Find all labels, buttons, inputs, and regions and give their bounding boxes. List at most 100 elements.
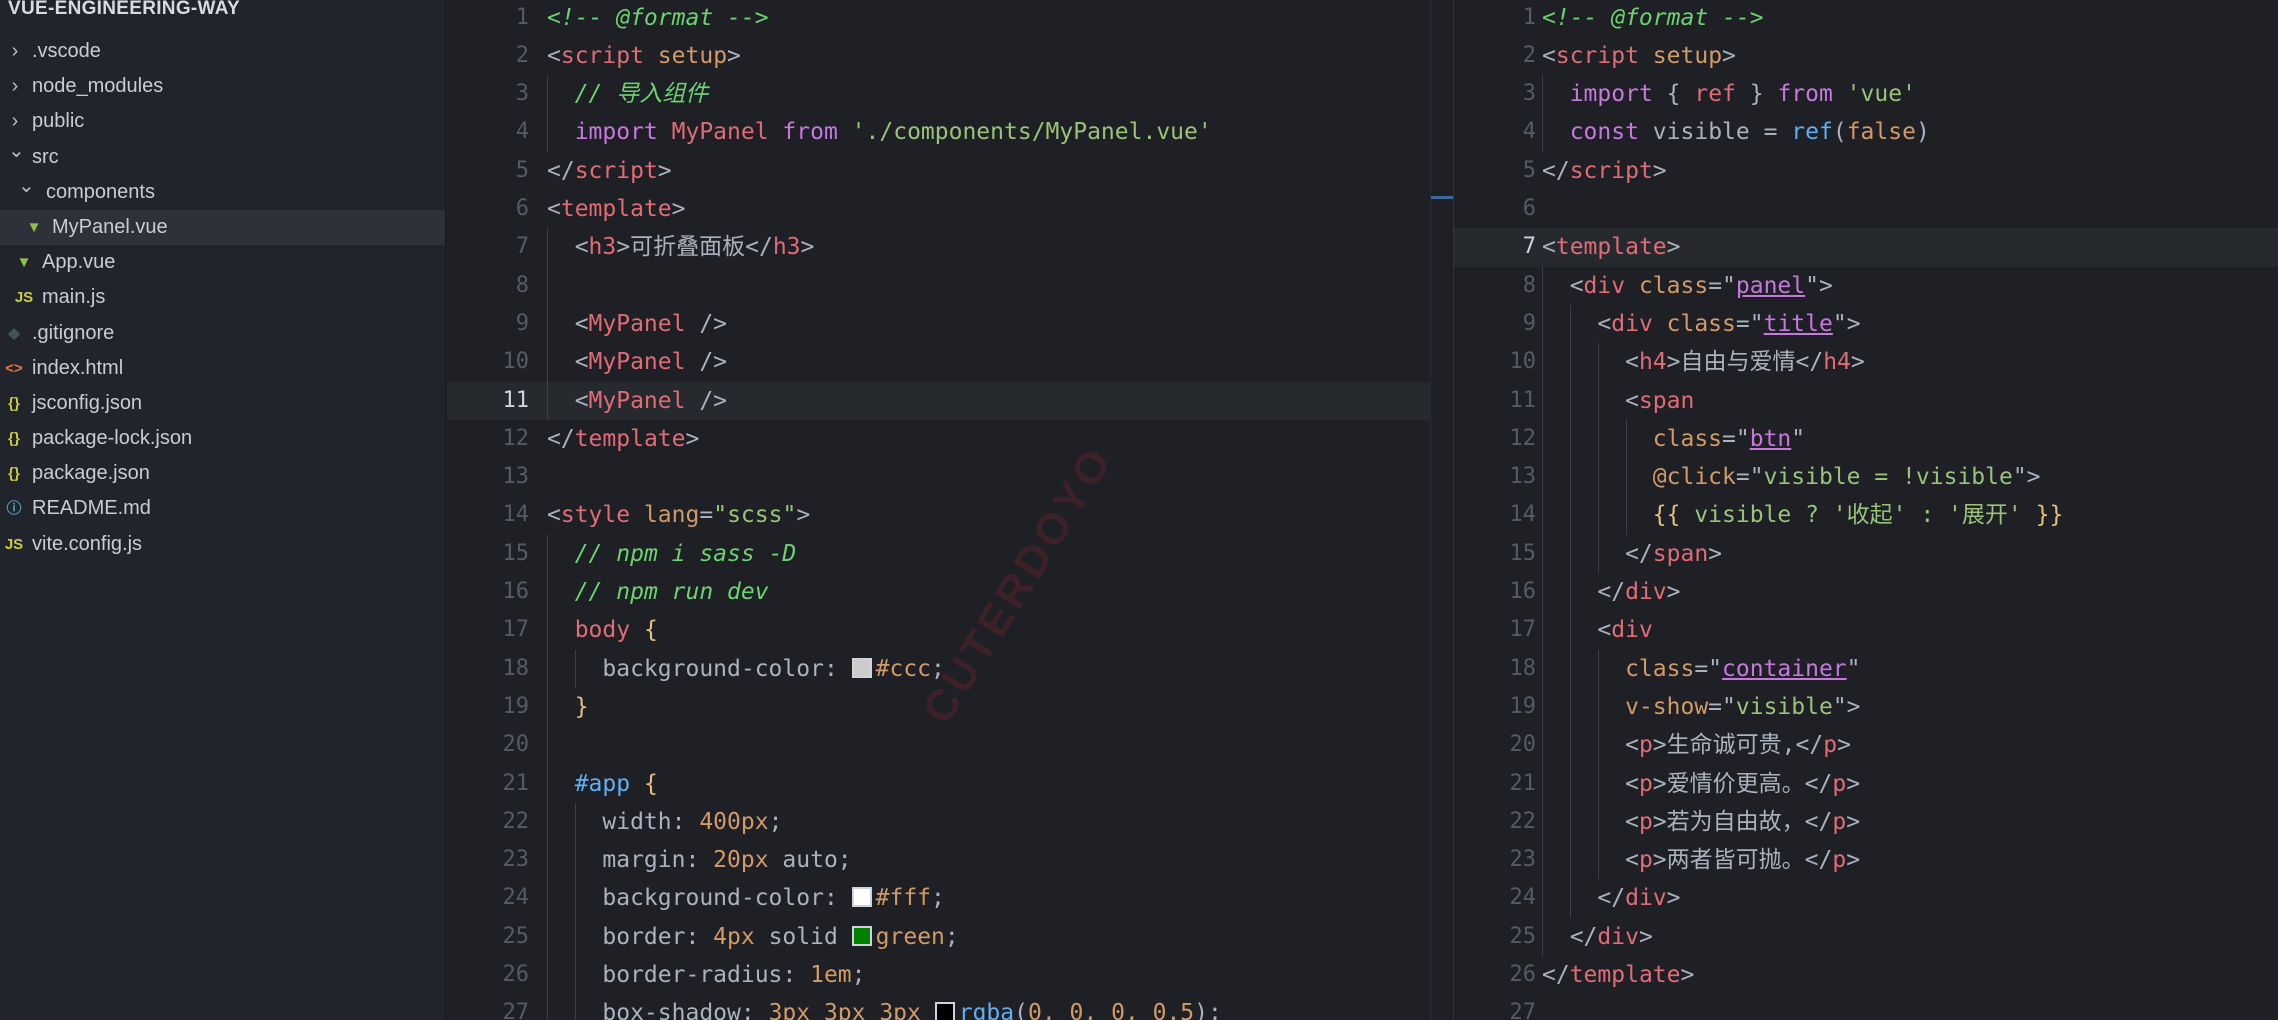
code-line[interactable]: 6 <template> (447, 190, 1430, 228)
code-line[interactable]: 19 v-show="visible"> (1454, 688, 2278, 726)
file-tree-item[interactable]: JS vite.config.js (0, 527, 445, 562)
code-line[interactable]: 24 background-color: #fff; (447, 879, 1430, 917)
code-line[interactable]: 11 <MyPanel /> (447, 381, 1430, 420)
project-title[interactable]: VUE-ENGINEERING-WAY (0, 0, 445, 28)
file-tree-label: .gitignore (32, 321, 115, 344)
file-tree-item[interactable]: <> index.html (0, 351, 445, 386)
code-text: {{ visible ? '收起' : '展开' }} (1542, 496, 2064, 534)
code-line[interactable]: 22 width: 400px; (447, 803, 1430, 841)
editor-split-divider[interactable] (1430, 0, 1454, 1020)
code-token: p (1638, 770, 1653, 797)
file-tree-item[interactable]: ◆ .gitignore (0, 316, 445, 351)
code-line[interactable]: 12 class="btn" (1454, 420, 2278, 458)
code-line[interactable]: 25 </div> (1454, 918, 2278, 956)
code-line[interactable]: 26 </template> (1454, 956, 2278, 994)
file-tree-item[interactable]: JS main.js (0, 280, 445, 315)
code-line[interactable]: 17 body { (447, 611, 1430, 649)
code-line[interactable]: 15 </span> (1454, 535, 2278, 573)
code-line[interactable]: 5 </script> (1454, 152, 2278, 190)
file-tree-item[interactable]: {} package-lock.json (0, 421, 445, 456)
code-line[interactable]: 17 <div (1454, 611, 2278, 649)
code-text: background-color: #fff; (547, 879, 945, 917)
file-tree-item[interactable]: {} jsconfig.json (0, 386, 445, 421)
color-swatch-icon[interactable] (851, 887, 872, 908)
code-line[interactable]: 3 import { ref } from 'vue' (1454, 75, 2278, 113)
code-line[interactable]: 9 <div class="title"> (1454, 305, 2278, 343)
code-line[interactable]: 8 (447, 267, 1430, 305)
code-token: < (1542, 847, 1639, 874)
code-line[interactable]: 21 <p>爱情价更高。</p> (1454, 765, 2278, 803)
file-tree-item[interactable]: ▼ App.vue (0, 245, 445, 280)
code-line[interactable]: 27 box-shadow: 3px 3px 3px rgba(0, 0, 0,… (447, 994, 1430, 1020)
line-number: 14 (1509, 502, 1537, 528)
line-number: 21 (502, 770, 530, 796)
code-text: // npm i sass -D (547, 535, 797, 573)
code-line[interactable]: 11 <span (1454, 382, 2278, 420)
code-line[interactable]: 3 // 导入组件 (447, 75, 1430, 113)
line-number: 10 (502, 349, 530, 375)
code-line[interactable]: 20 <p>生命诚可贵,</p> (1454, 726, 2278, 764)
file-tree-item[interactable]: ▼ MyPanel.vue (0, 209, 445, 246)
code-line[interactable]: 2 <script setup> (447, 37, 1430, 75)
code-line[interactable]: 16 </div> (1454, 573, 2278, 611)
code-token: " (1791, 425, 1806, 452)
code-line[interactable]: 4 import MyPanel from './components/MyPa… (447, 113, 1430, 151)
color-swatch-icon[interactable] (934, 1002, 955, 1020)
file-tree-item[interactable]: ⌄ components (0, 175, 445, 210)
code-token: </ (745, 234, 773, 261)
code-line[interactable]: 24 </div> (1454, 879, 2278, 917)
file-tree-item[interactable]: › .vscode (0, 34, 445, 69)
code-line[interactable]: 25 border: 4px solid green; (447, 918, 1430, 956)
js-icon: JS (4, 535, 24, 553)
code-line[interactable]: 14 <style lang="scss"> (447, 496, 1430, 534)
file-tree-item[interactable]: ⌄ src (0, 140, 445, 175)
vue-icon: ▼ (26, 218, 42, 236)
code-line[interactable]: 10 <h4>自由与爱情</h4> (1454, 343, 2278, 381)
code-line[interactable]: 12 </template> (447, 420, 1430, 458)
code-line[interactable]: 16 // npm run dev (447, 573, 1430, 611)
code-line[interactable]: 2 <script setup> (1454, 37, 2278, 75)
code-line[interactable]: 7 <template> (1454, 228, 2278, 267)
code-line[interactable]: 27 (1454, 994, 2278, 1020)
code-line[interactable]: 9 <MyPanel /> (447, 305, 1430, 343)
file-tree-item[interactable]: › node_modules (0, 69, 445, 104)
code-line[interactable]: 18 class="container" (1454, 650, 2278, 688)
code-line[interactable]: 10 <MyPanel /> (447, 343, 1430, 381)
code-token: div (1611, 310, 1653, 337)
code-line[interactable]: 23 <p>两者皆可抛。</p> (1454, 841, 2278, 879)
code-line[interactable]: 21 #app { (447, 765, 1430, 803)
code-line[interactable]: 5 </script> (447, 152, 1430, 190)
code-line[interactable]: 1 <!-- @format --> (447, 0, 1430, 37)
code-token: './components/MyPanel.vue' (837, 119, 1212, 146)
code-line[interactable]: 8 <div class="panel"> (1454, 267, 2278, 305)
code-line[interactable]: 20 (447, 726, 1430, 764)
editor-pane-right[interactable]: 1 <!-- @format --> 2 <script setup> 3 import… (1454, 0, 2278, 1020)
code-token: #ccc (875, 655, 932, 682)
file-tree-item[interactable]: ⓘ README.md (0, 491, 445, 526)
line-number: 15 (1509, 540, 1537, 566)
line-number: 23 (502, 847, 530, 873)
editor-pane-left[interactable]: 1 <!-- @format --> 2 <script setup> 3 // 导入组… (447, 0, 1430, 1020)
code-line[interactable]: 13 (447, 458, 1430, 496)
code-line[interactable]: 15 // npm i sass -D (447, 535, 1430, 573)
color-swatch-icon[interactable] (851, 925, 872, 946)
code-text: import { ref } from 'vue' (1542, 75, 1916, 113)
code-line[interactable]: 1 <!-- @format --> (1454, 0, 2278, 37)
code-line[interactable]: 26 border-radius: 1em; (447, 956, 1430, 994)
code-line[interactable]: 22 <p>若为自由故，</p> (1454, 803, 2278, 841)
color-swatch-icon[interactable] (851, 657, 872, 678)
file-tree-item[interactable]: › public (0, 104, 445, 139)
code-line[interactable]: 23 margin: 20px auto; (447, 841, 1430, 879)
code-text: #app { (547, 765, 658, 803)
code-token: MyPanel (588, 387, 686, 414)
file-tree-item[interactable]: {} package.json (0, 456, 445, 491)
line-number: 17 (502, 617, 530, 643)
code-text: <script setup> (1542, 37, 1736, 75)
code-token: < (547, 349, 589, 376)
code-line[interactable]: 13 @click="visible = !visible"> (1454, 458, 2278, 496)
code-line[interactable]: 4 const visible = ref(false) (1454, 113, 2278, 151)
code-line[interactable]: 14 {{ visible ? '收起' : '展开' }} (1454, 496, 2278, 534)
code-line[interactable]: 7 <h3>可折叠面板</h3> (447, 228, 1430, 266)
code-line[interactable]: 6 (1454, 190, 2278, 228)
